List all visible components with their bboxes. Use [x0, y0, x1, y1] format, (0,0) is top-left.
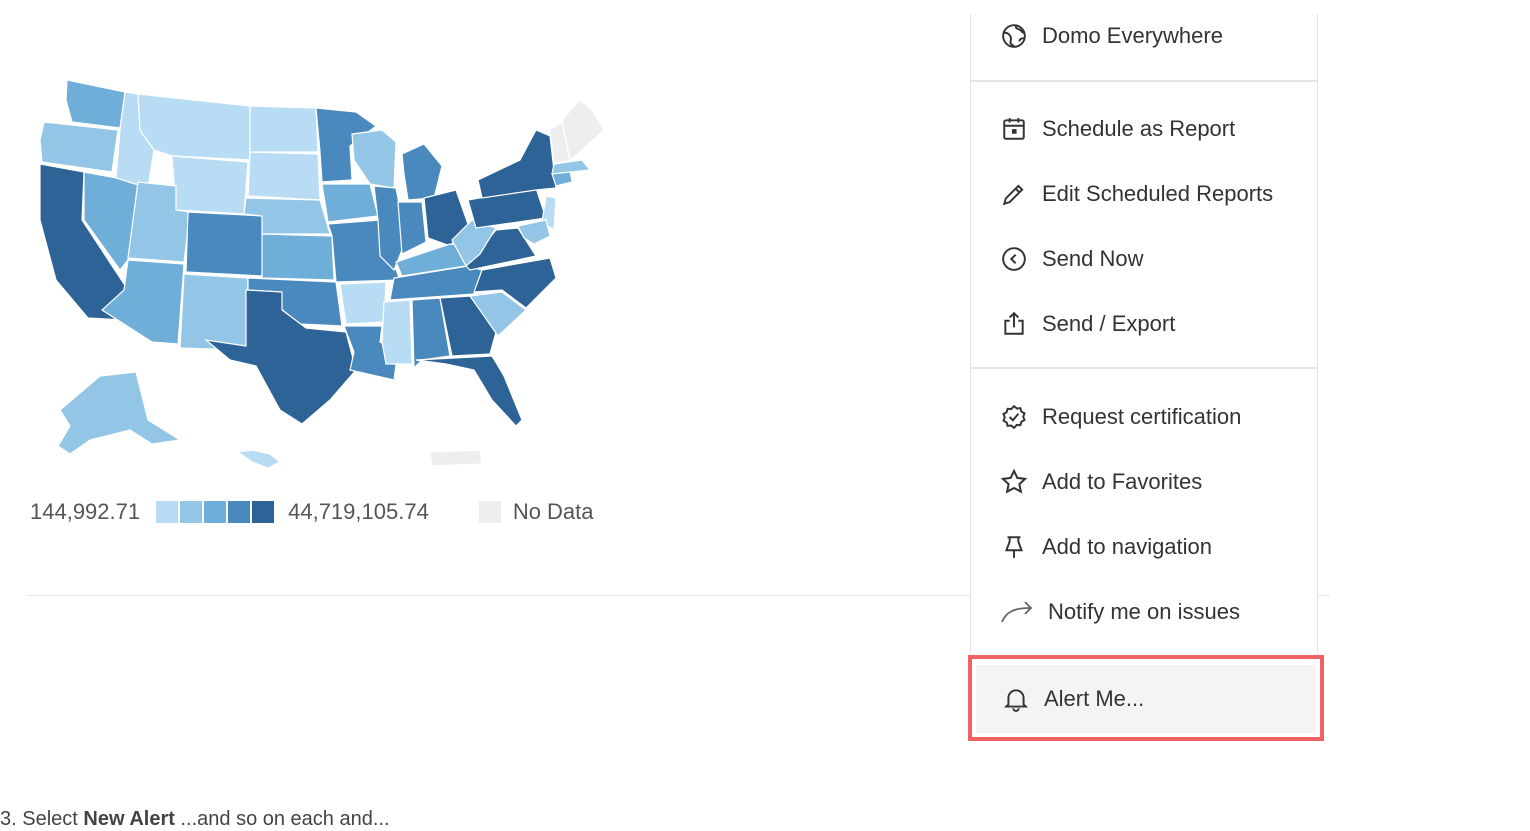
state-new-york[interactable]	[477, 129, 557, 199]
state-florida[interactable]	[415, 355, 523, 427]
legend-swatch-3	[204, 501, 227, 523]
highlight-box: Alert Me...	[968, 655, 1324, 741]
menu-item-label: Add to Favorites	[1042, 469, 1203, 494]
legend-no-data-swatch	[478, 501, 501, 523]
state-north-dakota[interactable]	[249, 105, 319, 153]
circle-chevron-left-icon	[1000, 245, 1028, 273]
state-wyoming[interactable]	[171, 155, 249, 215]
menu-item-label: Request certification	[1042, 404, 1242, 429]
menu-item-notify-me-on-issues[interactable]: Notify me on issues	[971, 587, 1317, 637]
menu-item-send-now[interactable]: Send Now	[971, 234, 1317, 284]
state-indiana[interactable]	[397, 201, 427, 255]
state-alaska[interactable]	[57, 371, 182, 455]
legend-no-data-label: No Data	[512, 499, 594, 524]
certified-badge-icon	[1000, 403, 1028, 431]
state-maine[interactable]	[561, 99, 605, 162]
menu-item-label: Domo Everywhere	[1042, 23, 1223, 48]
state-hawaii[interactable]	[236, 449, 282, 469]
menu-item-schedule-as-report[interactable]: Schedule as Report	[971, 104, 1317, 154]
caption-prefix: 3. Select	[0, 808, 78, 830]
legend-swatches	[156, 501, 276, 523]
menu-item-label: Notify me on issues	[1048, 599, 1240, 624]
menu-item-label: Alert Me...	[1044, 686, 1145, 711]
state-south-dakota[interactable]	[247, 151, 321, 201]
pin-icon	[1000, 533, 1028, 561]
us-map-svg	[39, 79, 605, 469]
menu-item-label: Send Now	[1042, 246, 1144, 271]
caption-suffix: ...and so on each and...	[180, 808, 390, 830]
legend-swatch-2	[180, 501, 203, 523]
calendar-icon	[1000, 115, 1028, 143]
state-wisconsin[interactable]	[351, 129, 397, 189]
menu-item-label: Add to navigation	[1042, 534, 1213, 559]
menu-item-request-certification[interactable]: Request certification	[971, 392, 1317, 442]
legend-min-label: 144,992.71	[30, 499, 141, 524]
state-kansas[interactable]	[261, 233, 335, 281]
globe-icon	[1000, 22, 1028, 50]
state-montana[interactable]	[137, 93, 251, 161]
bell-icon	[1002, 685, 1030, 713]
caption-bold: New Alert	[83, 808, 175, 830]
state-michigan[interactable]	[401, 143, 443, 201]
state-new-mexico[interactable]	[179, 273, 249, 351]
menu-item-domo-everywhere[interactable]: Domo Everywhere	[971, 11, 1317, 61]
pencil-icon	[1000, 180, 1028, 208]
menu-item-add-to-favorites[interactable]: Add to Favorites	[971, 457, 1317, 507]
menu-item-alert-me[interactable]: Alert Me...	[976, 665, 1316, 733]
state-puerto-rico[interactable]	[429, 449, 483, 467]
legend-swatch-4	[228, 501, 251, 523]
state-iowa[interactable]	[321, 183, 379, 223]
state-arkansas[interactable]	[339, 281, 387, 325]
menu-item-label: Edit Scheduled Reports	[1042, 181, 1274, 206]
legend-max-label: 44,719,105.74	[288, 499, 429, 524]
menu-item-add-to-navigation[interactable]: Add to navigation	[971, 522, 1317, 572]
state-mississippi[interactable]	[381, 299, 413, 365]
legend-swatch-1	[156, 501, 179, 523]
menu-item-edit-scheduled-reports[interactable]: Edit Scheduled Reports	[971, 169, 1317, 219]
menu-separator	[971, 80, 1317, 82]
menu-item-label: Schedule as Report	[1042, 116, 1236, 141]
state-washington[interactable]	[65, 79, 126, 129]
legend-swatch-5	[252, 501, 275, 523]
state-oregon[interactable]	[39, 121, 119, 173]
menu-separator	[971, 367, 1317, 369]
map-legend: 144,992.71 44,719,105.74 No Data	[30, 498, 594, 526]
card-options-menu: Domo Everywhere Schedule as Report Edit …	[970, 14, 1318, 654]
forward-arrow-icon	[1000, 598, 1034, 626]
share-export-icon	[1000, 310, 1028, 338]
choropleth-map	[30, 70, 620, 490]
menu-item-send-export[interactable]: Send / Export	[971, 299, 1317, 349]
menu-item-label: Send / Export	[1042, 311, 1176, 336]
state-colorado[interactable]	[185, 211, 265, 277]
star-icon	[1000, 468, 1028, 496]
